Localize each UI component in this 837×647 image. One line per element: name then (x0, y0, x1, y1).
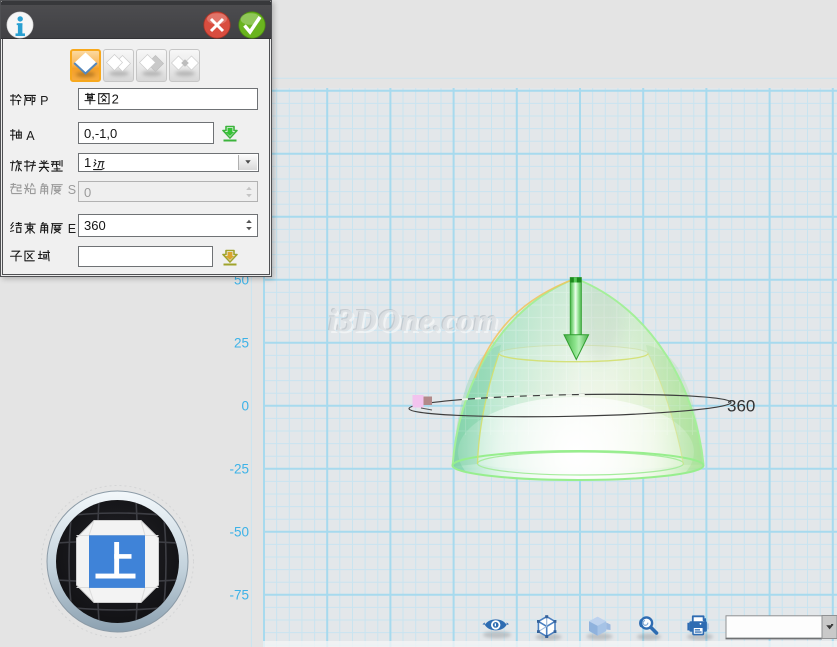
svg-text:0: 0 (241, 398, 249, 413)
svg-text:i3DOne.com: i3DOne.com (328, 302, 498, 338)
svg-text:-25: -25 (229, 461, 249, 476)
svg-text:25: 25 (234, 335, 249, 350)
svg-text:-75: -75 (229, 587, 249, 602)
svg-text:-50: -50 (229, 524, 249, 539)
svg-text:360: 360 (727, 397, 755, 416)
